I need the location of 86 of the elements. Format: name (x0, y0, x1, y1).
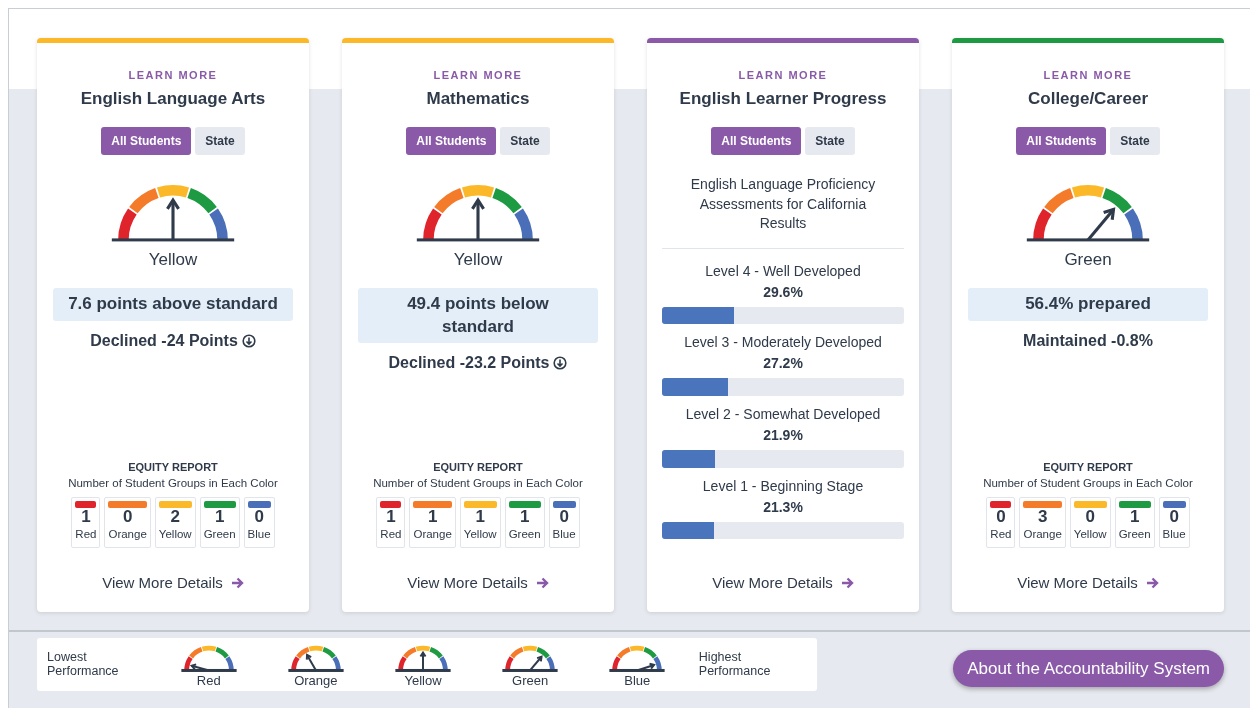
color-label: Orange (413, 527, 452, 543)
group-count: 0 (1084, 507, 1096, 527)
filter-toggle[interactable]: State (805, 127, 855, 155)
learn-more-link[interactable]: LEARN MORE (433, 67, 523, 84)
legend-high-label: Highest Performance (698, 650, 772, 679)
equity-report-subtitle: Number of Student Groups in Each Color (373, 476, 583, 492)
filter-toggle[interactable]: All Students (711, 127, 802, 155)
color-label: Yellow (158, 527, 192, 543)
legend-color-label: Green (512, 673, 549, 688)
color-label: Blue (1162, 527, 1186, 543)
view-details-link[interactable]: View More Details (712, 571, 854, 594)
equity-report-subtitle: Number of Student Groups in Each Color (983, 476, 1193, 492)
equity-report-title: EQUITY REPORT (1043, 459, 1133, 475)
status-label: Yellow (148, 248, 198, 271)
filter-toggle[interactable]: State (195, 127, 245, 155)
change-text: Declined -23.2 Points (388, 352, 550, 373)
card-title: English Language Arts (80, 87, 266, 110)
equity-report-subtitle: Number of Student Groups in Each Color (68, 476, 278, 492)
equity-report-title: EQUITY REPORT (433, 459, 523, 475)
level-label: Level 2 - Somewhat Developed (685, 405, 881, 425)
filter-toggle[interactable]: All Students (1016, 127, 1107, 155)
group-count: 1 (1128, 507, 1141, 527)
arrow-right-icon (230, 576, 244, 589)
arrow-right-icon (1145, 576, 1159, 589)
legend-color-label: Blue (624, 673, 651, 688)
color-label: Yellow (1073, 527, 1107, 543)
score-highlight: 49.4 points below standard (358, 288, 598, 343)
learn-more-link[interactable]: LEARN MORE (1043, 67, 1133, 84)
score-highlight: 7.6 points above standard (53, 288, 293, 321)
status-label: Yellow (453, 248, 503, 271)
group-count: 0 (1168, 507, 1180, 527)
filter-toggle[interactable]: All Students (406, 127, 497, 155)
learn-more-link[interactable]: LEARN MORE (738, 67, 828, 84)
legend-color-label: Red (196, 673, 221, 688)
color-label: Orange (1023, 527, 1062, 543)
group-count: 0 (995, 507, 1007, 527)
group-count: 1 (80, 507, 92, 527)
arrow-right-icon (840, 576, 854, 589)
color-label: Orange (108, 527, 147, 543)
color-label: Green (1118, 527, 1151, 543)
color-label: Red (380, 527, 402, 543)
group-count: 1 (213, 507, 226, 527)
card-title: Mathematics (426, 87, 530, 110)
legend-color-label: Orange (294, 673, 338, 688)
color-label: Green (203, 527, 236, 543)
status-label: Green (1064, 248, 1112, 271)
equity-report-title: EQUITY REPORT (128, 459, 218, 475)
level-percentage: 27.2% (763, 354, 803, 374)
level-percentage: 21.9% (763, 426, 803, 446)
color-label: Blue (247, 527, 271, 543)
group-count: 0 (121, 507, 134, 527)
view-details-link[interactable]: View More Details (407, 571, 549, 594)
group-count: 2 (169, 507, 181, 527)
filter-toggle[interactable]: All Students (101, 127, 192, 155)
filter-toggle[interactable]: State (500, 127, 550, 155)
legend-low-label: Lowest Performance (47, 650, 120, 679)
group-count: 0 (558, 507, 570, 527)
change-text: Declined -24 Points (90, 330, 238, 351)
score-highlight: 56.4% prepared (968, 288, 1208, 321)
learn-more-link[interactable]: LEARN MORE (128, 67, 218, 84)
card-title: English Learner Progress (679, 87, 887, 110)
level-label: Level 3 - Moderately Developed (684, 333, 882, 353)
color-label: Green (508, 527, 541, 543)
level-label: Level 4 - Well Developed (705, 261, 861, 281)
group-count: 3 (1036, 507, 1049, 527)
change-text: Maintained -0.8% (1023, 330, 1153, 351)
group-count: 0 (253, 507, 265, 527)
about-button[interactable]: About the Accountability System (953, 649, 1224, 688)
arrow-right-icon (535, 576, 549, 589)
legend-color-label: Yellow (404, 673, 442, 688)
color-label: Yellow (463, 527, 497, 543)
filter-toggle[interactable]: State (1110, 127, 1160, 155)
assessment-description: English Language Proficiency Assessments for California Results (689, 175, 877, 234)
group-count: 1 (518, 507, 531, 527)
group-count: 1 (385, 507, 397, 527)
group-count: 1 (426, 507, 439, 527)
level-percentage: 29.6% (763, 282, 803, 302)
color-label: Red (990, 527, 1012, 543)
level-percentage: 21.3% (763, 497, 803, 517)
color-label: Red (75, 527, 97, 543)
card-title: College/Career (1028, 87, 1148, 110)
view-details-link[interactable]: View More Details (102, 571, 244, 594)
color-label: Blue (552, 527, 576, 543)
level-label: Level 1 - Beginning Stage (702, 476, 864, 496)
group-count: 1 (474, 507, 486, 527)
view-details-link[interactable]: View More Details (1017, 571, 1159, 594)
